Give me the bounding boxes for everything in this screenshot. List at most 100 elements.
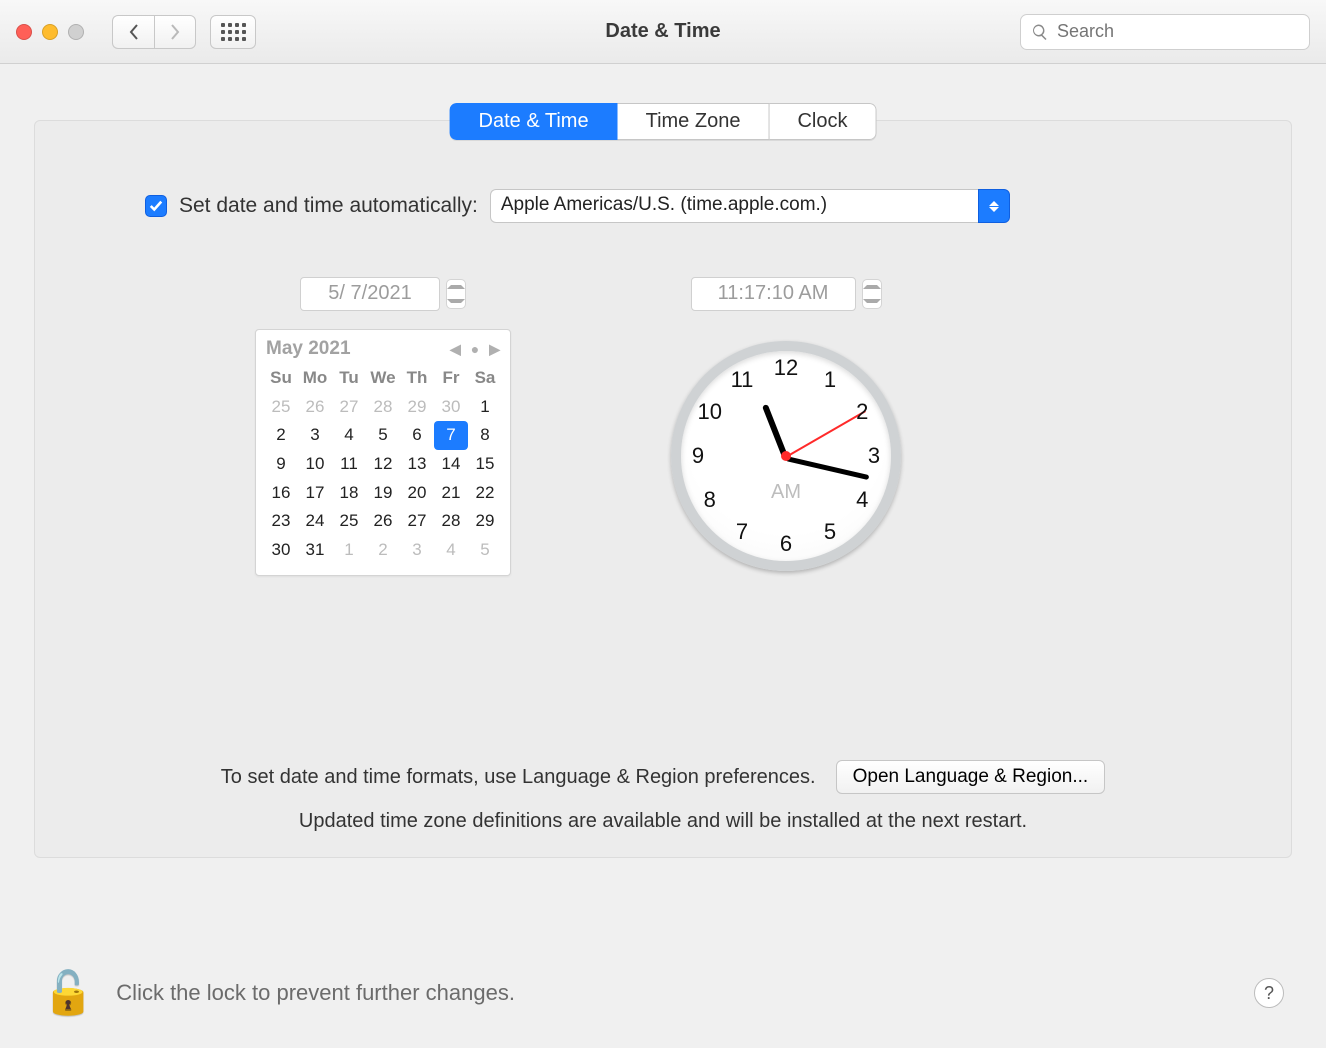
clock-number: 2 bbox=[856, 399, 868, 425]
calendar-day[interactable]: 10 bbox=[298, 450, 332, 479]
clock-number: 12 bbox=[774, 355, 798, 381]
calendar-day[interactable]: 29 bbox=[400, 393, 434, 422]
chevron-up-icon bbox=[447, 285, 465, 289]
calendar-day[interactable]: 18 bbox=[332, 479, 366, 508]
calendar-day[interactable]: 25 bbox=[332, 507, 366, 536]
date-time-columns: 5/ 7/2021 May 2021 ◀ ● ▶ SuMoTuWeThFrSa2… bbox=[35, 223, 1291, 576]
calendar-day[interactable]: 4 bbox=[332, 421, 366, 450]
time-server-dropdown-button[interactable] bbox=[978, 189, 1010, 223]
calendar-day[interactable]: 15 bbox=[468, 450, 502, 479]
time-server-select[interactable]: Apple Americas/U.S. (time.apple.com.) bbox=[490, 189, 1010, 223]
clock-number: 9 bbox=[692, 443, 704, 469]
chevron-down-icon bbox=[863, 299, 881, 303]
clock-ampm: AM bbox=[771, 481, 801, 504]
calendar-day[interactable]: 3 bbox=[298, 421, 332, 450]
traffic-lights bbox=[16, 24, 84, 40]
forward-button[interactable] bbox=[154, 15, 196, 49]
calendar-day[interactable]: 20 bbox=[400, 479, 434, 508]
tab-clock[interactable]: Clock bbox=[769, 103, 876, 140]
back-button[interactable] bbox=[112, 15, 154, 49]
minimize-window-button[interactable] bbox=[42, 24, 58, 40]
calendar-next-month[interactable]: ▶ bbox=[489, 341, 500, 358]
calendar-day[interactable]: 4 bbox=[434, 536, 468, 565]
calendar-day[interactable]: 8 bbox=[468, 421, 502, 450]
time-field-wrap: 11:17:10 AM bbox=[691, 277, 882, 311]
calendar-day[interactable]: 2 bbox=[264, 421, 298, 450]
calendar-day[interactable]: 16 bbox=[264, 479, 298, 508]
calendar-day[interactable]: 17 bbox=[298, 479, 332, 508]
calendar-day[interactable]: 1 bbox=[468, 393, 502, 422]
calendar-weekday: Tu bbox=[332, 364, 366, 393]
lock-row: 🔓 Click the lock to prevent further chan… bbox=[42, 972, 1284, 1014]
calendar-day[interactable]: 28 bbox=[434, 507, 468, 536]
tab-time-zone[interactable]: Time Zone bbox=[618, 103, 770, 140]
calendar-day[interactable]: 12 bbox=[366, 450, 400, 479]
search-field[interactable] bbox=[1020, 14, 1310, 50]
calendar-day[interactable]: 3 bbox=[400, 536, 434, 565]
calendar-day[interactable]: 30 bbox=[434, 393, 468, 422]
tz-update-notice: Updated time zone definitions are availa… bbox=[35, 810, 1291, 833]
zoom-window-button[interactable] bbox=[68, 24, 84, 40]
clock-number: 4 bbox=[856, 487, 868, 513]
clock-number: 5 bbox=[824, 519, 836, 545]
nav-buttons bbox=[112, 15, 196, 49]
time-field[interactable]: 11:17:10 AM bbox=[691, 277, 856, 311]
calendar-day[interactable]: 11 bbox=[332, 450, 366, 479]
calendar-day[interactable]: 28 bbox=[366, 393, 400, 422]
chevron-up-icon bbox=[863, 285, 881, 289]
calendar-day[interactable]: 1 bbox=[332, 536, 366, 565]
calendar-day[interactable]: 7 bbox=[434, 421, 468, 450]
calendar-day[interactable]: 25 bbox=[264, 393, 298, 422]
analog-clock: AM 121234567891011 bbox=[671, 341, 901, 571]
calendar-day[interactable]: 13 bbox=[400, 450, 434, 479]
calendar-day[interactable]: 27 bbox=[400, 507, 434, 536]
calendar-day[interactable]: 23 bbox=[264, 507, 298, 536]
calendar-today[interactable]: ● bbox=[471, 341, 479, 357]
auto-set-checkbox[interactable] bbox=[145, 195, 167, 217]
calendar-day[interactable]: 19 bbox=[366, 479, 400, 508]
show-all-prefs-button[interactable] bbox=[210, 15, 256, 49]
auto-set-row: Set date and time automatically: Apple A… bbox=[35, 189, 1291, 223]
preferences-panel: Date & Time Time Zone Clock Set date and… bbox=[34, 120, 1292, 858]
calendar-day[interactable]: 6 bbox=[400, 421, 434, 450]
calendar-day[interactable]: 21 bbox=[434, 479, 468, 508]
time-stepper[interactable] bbox=[862, 279, 882, 309]
calendar-day[interactable]: 2 bbox=[366, 536, 400, 565]
calendar-day[interactable]: 9 bbox=[264, 450, 298, 479]
panel-footer: To set date and time formats, use Langua… bbox=[35, 760, 1291, 833]
date-field[interactable]: 5/ 7/2021 bbox=[300, 277, 440, 311]
search-icon bbox=[1031, 23, 1049, 41]
clock-center-pin bbox=[781, 451, 791, 461]
calendar-day[interactable]: 27 bbox=[332, 393, 366, 422]
time-server-value: Apple Americas/U.S. (time.apple.com.) bbox=[490, 189, 978, 223]
calendar-day[interactable]: 30 bbox=[264, 536, 298, 565]
calendar-day[interactable]: 5 bbox=[366, 421, 400, 450]
calendar-title: May 2021 bbox=[266, 338, 351, 360]
window-toolbar: Date & Time bbox=[0, 0, 1326, 64]
chevron-down-icon bbox=[989, 207, 999, 212]
calendar-weekday: Fr bbox=[434, 364, 468, 393]
calendar-weekday: We bbox=[366, 364, 400, 393]
date-field-wrap: 5/ 7/2021 bbox=[300, 277, 466, 311]
calendar-day[interactable]: 24 bbox=[298, 507, 332, 536]
calendar-day[interactable]: 29 bbox=[468, 507, 502, 536]
lock-icon[interactable]: 🔓 bbox=[42, 972, 94, 1014]
calendar-day[interactable]: 5 bbox=[468, 536, 502, 565]
calendar-weekday: Su bbox=[264, 364, 298, 393]
calendar-day[interactable]: 26 bbox=[366, 507, 400, 536]
clock-number: 7 bbox=[736, 519, 748, 545]
close-window-button[interactable] bbox=[16, 24, 32, 40]
calendar-grid: SuMoTuWeThFrSa25262728293012345678910111… bbox=[264, 364, 502, 565]
calendar-day[interactable]: 14 bbox=[434, 450, 468, 479]
calendar-day[interactable]: 26 bbox=[298, 393, 332, 422]
tab-date-time[interactable]: Date & Time bbox=[450, 103, 618, 140]
date-column: 5/ 7/2021 May 2021 ◀ ● ▶ SuMoTuWeThFrSa2… bbox=[255, 277, 511, 576]
calendar-day[interactable]: 31 bbox=[298, 536, 332, 565]
date-stepper[interactable] bbox=[446, 279, 466, 309]
open-language-region-button[interactable]: Open Language & Region... bbox=[836, 760, 1106, 794]
help-button[interactable]: ? bbox=[1254, 978, 1284, 1008]
search-input[interactable] bbox=[1057, 21, 1299, 42]
calendar-day[interactable]: 22 bbox=[468, 479, 502, 508]
clock-second-hand bbox=[786, 410, 867, 458]
calendar-prev-month[interactable]: ◀ bbox=[450, 341, 461, 358]
